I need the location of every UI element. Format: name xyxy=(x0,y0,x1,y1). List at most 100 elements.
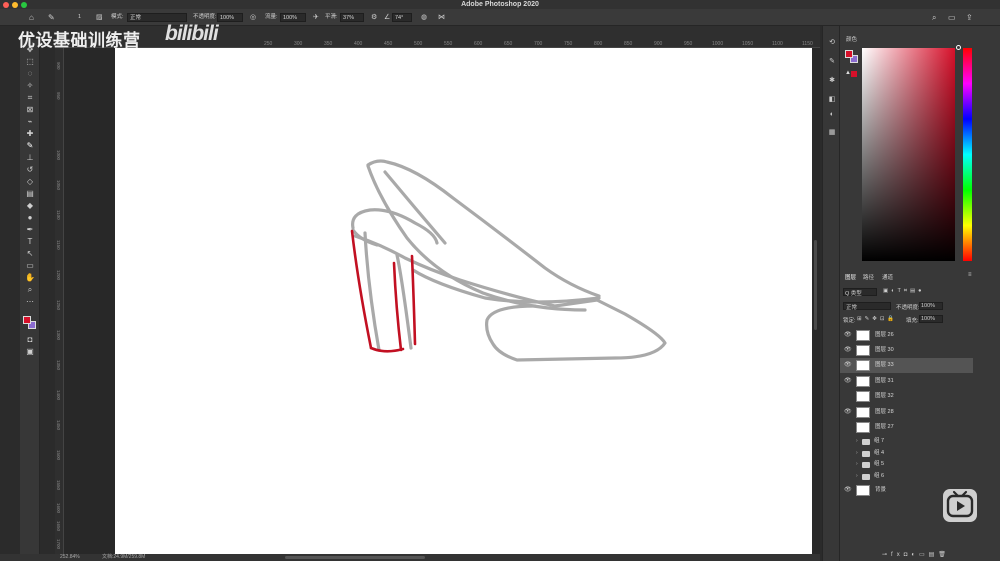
marquee-tool-icon[interactable]: ⬚ xyxy=(23,56,37,67)
eraser-tool-icon[interactable]: ◇ xyxy=(23,176,37,187)
document-canvas[interactable] xyxy=(115,48,812,554)
mode-select[interactable]: 正常 xyxy=(127,13,187,22)
panel-menu-icon[interactable]: ≡ xyxy=(968,272,972,278)
airbrush-icon[interactable]: ✈ xyxy=(313,9,319,26)
path-select-tool-icon[interactable]: ↖ xyxy=(23,248,37,259)
horizontal-scrollbar[interactable] xyxy=(285,556,425,559)
dodge-tool-icon[interactable]: ● xyxy=(23,212,37,223)
visibility-eye-icon[interactable]: 👁 xyxy=(844,328,852,343)
healing-brush-tool-icon[interactable]: ✚ xyxy=(23,128,37,139)
layer-row[interactable]: 图层 27 xyxy=(840,420,973,435)
zoom-level[interactable]: 252.84% xyxy=(60,554,80,561)
pressure-size-icon[interactable]: ◍ xyxy=(421,9,427,26)
chevron-right-icon[interactable]: › xyxy=(856,459,858,470)
chevron-right-icon[interactable]: › xyxy=(856,471,858,482)
pen-tool-icon[interactable]: ✒ xyxy=(23,224,37,235)
visibility-eye-icon[interactable]: 👁 xyxy=(844,374,852,389)
home-icon[interactable]: ⌂ xyxy=(29,9,34,26)
chevron-right-icon[interactable]: › xyxy=(856,436,858,447)
pressure-opacity-icon[interactable]: ◎ xyxy=(250,9,256,26)
visibility-eye-icon[interactable]: 👁 xyxy=(844,483,852,498)
strap-outer-stroke xyxy=(366,159,601,298)
blend-mode-value: 正常 xyxy=(846,305,858,311)
fill-label: 填充: xyxy=(906,318,919,324)
ruler-tick: 1050 xyxy=(742,41,754,47)
zoom-tool-icon[interactable]: ⌕ xyxy=(23,284,37,295)
properties-icon[interactable]: ◐ xyxy=(827,110,837,119)
layer-name: 图层 31 xyxy=(875,378,894,384)
color-picker-field[interactable] xyxy=(862,48,955,261)
visibility-eye-icon[interactable]: 👁 xyxy=(844,343,852,358)
quick-select-tool-icon[interactable]: ✧ xyxy=(23,80,37,91)
eyedropper-tool-icon[interactable]: ⌁ xyxy=(23,116,37,127)
layer-row-selected[interactable]: 👁 图层 33 xyxy=(840,358,973,373)
layer-row[interactable]: 👁 图层 30 xyxy=(840,343,973,358)
visibility-eye-icon[interactable]: 👁 xyxy=(844,358,852,373)
group-name: 组 5 xyxy=(874,461,885,467)
group-row[interactable]: › 组 4 xyxy=(840,448,973,459)
filter-icons[interactable]: ▣◐T⌗▤● xyxy=(883,288,925,295)
smoothing-options-icon[interactable]: ⚙ xyxy=(371,9,377,26)
more-tools-icon[interactable]: ⋯ xyxy=(23,296,37,307)
vertical-scrollbar[interactable] xyxy=(814,240,817,330)
flow-field[interactable]: 100% xyxy=(280,13,306,22)
brushes-panel-icon[interactable]: ✱ xyxy=(827,76,837,85)
frame-tool-icon[interactable]: ⊠ xyxy=(23,104,37,115)
shape-tool-icon[interactable]: ▭ xyxy=(23,260,37,271)
ruler-tick: 1100 xyxy=(56,210,61,220)
group-row[interactable]: › 组 7 xyxy=(840,436,973,447)
hand-tool-icon[interactable]: ✋ xyxy=(23,272,37,283)
opacity-field[interactable]: 100% xyxy=(217,13,243,22)
angle-field[interactable]: 74° xyxy=(392,13,412,22)
workspace-icon[interactable]: ▭ xyxy=(948,9,956,26)
bilibili-logo: bilibili xyxy=(165,22,219,45)
brush-tool-icon[interactable]: ✎ xyxy=(23,140,37,151)
libraries-icon[interactable]: ▦ xyxy=(827,128,837,137)
color-panel-tab[interactable]: 颜色 xyxy=(846,35,857,43)
brush-settings-panel-icon[interactable]: ✎ xyxy=(827,57,837,66)
history-icon[interactable]: ⟲ xyxy=(827,38,837,47)
share-icon[interactable]: ⇪ xyxy=(966,9,973,26)
paths-tab[interactable]: 路径 xyxy=(863,273,874,281)
layer-row[interactable]: 👁 图层 26 xyxy=(840,328,973,343)
fg-color-chip[interactable] xyxy=(845,50,853,58)
brush-tool-preset-icon[interactable]: ✎ xyxy=(48,9,55,26)
symmetry-icon[interactable]: ⋈ xyxy=(438,9,445,26)
type-tool-icon[interactable]: T xyxy=(23,236,37,247)
layer-row[interactable]: 👁 图层 31 xyxy=(840,374,973,389)
clone-stamp-tool-icon[interactable]: ⊥ xyxy=(23,152,37,163)
adjustments-icon[interactable]: ◧ xyxy=(827,95,837,104)
layers-tab[interactable]: 图层 xyxy=(845,273,856,281)
group-row[interactable]: › 组 6 xyxy=(840,471,973,482)
crop-tool-icon[interactable]: ⌗ xyxy=(23,92,37,103)
blur-tool-icon[interactable]: ◆ xyxy=(23,200,37,211)
search-icon[interactable]: ⌕ xyxy=(932,9,936,26)
layer-footer-icons[interactable]: ⊸fx◘◐▭▤🗑 xyxy=(882,551,950,558)
foreground-color-swatch[interactable] xyxy=(23,316,31,324)
chevron-right-icon[interactable]: › xyxy=(856,448,858,459)
lasso-tool-icon[interactable]: ◌ xyxy=(23,68,37,79)
web-color-chip[interactable] xyxy=(851,71,857,77)
screen-mode-icon[interactable]: ▣ xyxy=(23,346,37,357)
layer-thumbnail xyxy=(856,376,870,387)
lock-icons[interactable]: ⊞✎✥⊡🔒 xyxy=(857,316,897,322)
visibility-eye-icon[interactable]: 👁 xyxy=(844,405,852,420)
group-row[interactable]: › 组 5 xyxy=(840,459,973,470)
fill-value: 100% xyxy=(921,316,936,322)
history-brush-tool-icon[interactable]: ↺ xyxy=(23,164,37,175)
angle-icon: ∠ xyxy=(384,14,391,21)
channels-tab[interactable]: 通道 xyxy=(882,273,893,281)
ruler-tick: 1000 xyxy=(56,150,61,161)
quick-mask-icon[interactable]: ◘ xyxy=(23,334,37,345)
smoothing-field[interactable]: 37% xyxy=(340,13,364,22)
app-title: Adobe Photoshop 2020 xyxy=(461,1,539,8)
hue-slider[interactable] xyxy=(963,48,972,261)
brush-size-value[interactable]: 1 xyxy=(78,9,81,26)
layer-row[interactable]: 👁 图层 28 xyxy=(840,405,973,420)
layer-name: 图层 30 xyxy=(875,347,894,353)
layer-row[interactable]: 图层 32 xyxy=(840,389,973,404)
brush-settings-icon[interactable]: ▨ xyxy=(96,9,103,26)
layer-filter-label: Q 类型 xyxy=(845,291,862,297)
ruler-tick: 1550 xyxy=(56,480,61,491)
gradient-tool-icon[interactable]: ▤ xyxy=(23,188,37,199)
